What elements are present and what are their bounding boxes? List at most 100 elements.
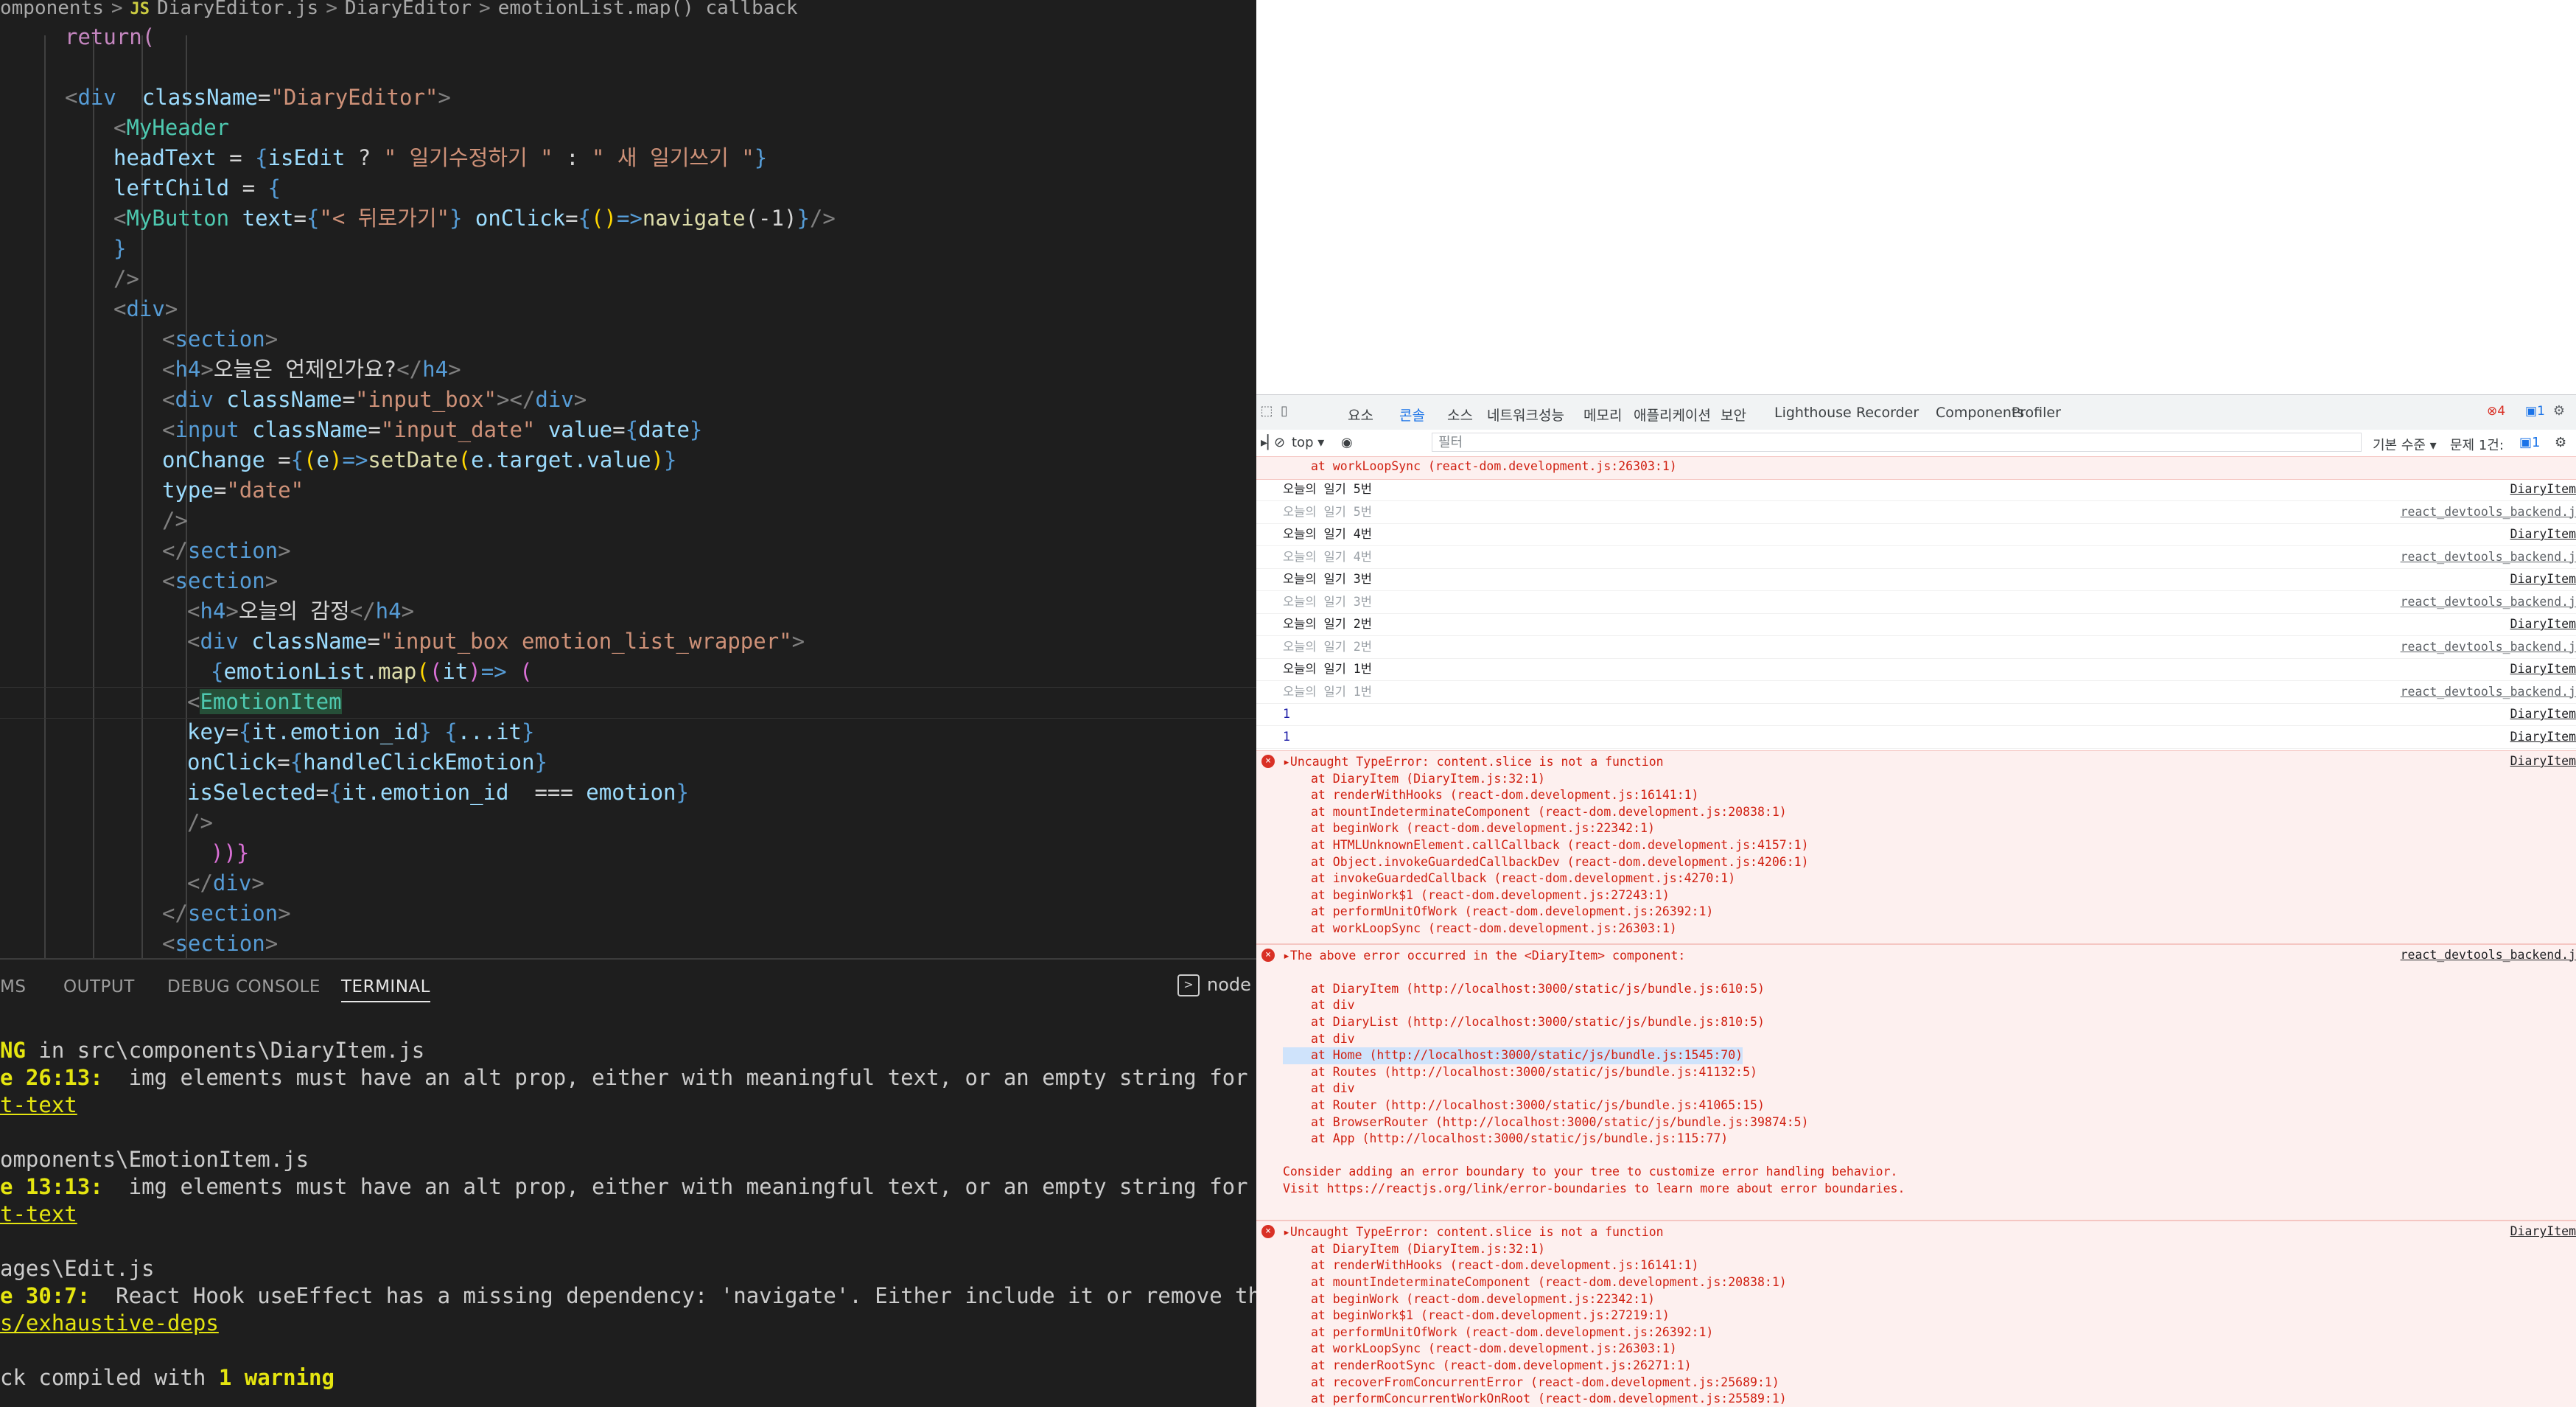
stack-frame[interactable]: at Object.invokeGuardedCallbackDev (reac… <box>1311 854 1809 871</box>
log-source-link[interactable]: react_devtools_backend.j <box>2401 591 2576 613</box>
log-source-link[interactable]: DiaryItem <box>2510 523 2576 545</box>
code-token: section <box>175 327 265 352</box>
stack-frame[interactable]: at invokeGuardedCallback (react-dom.deve… <box>1311 870 1735 887</box>
stack-frame[interactable]: at workLoopSync (react-dom.development.j… <box>1311 1341 1677 1358</box>
code-token: 오늘은 언제인가요? <box>213 357 397 382</box>
code-token: "input_box emotion_list_wrapper" <box>379 629 792 654</box>
log-source-link[interactable]: react_devtools_backend.j <box>2401 681 2576 703</box>
devtools-tab-7[interactable]: 애플리케이션 <box>1634 405 1711 425</box>
devtools-tab-1[interactable]: 요소 <box>1348 405 1373 425</box>
error-title[interactable]: ▸The above error occurred in the <DiaryI… <box>1283 948 1685 965</box>
stack-frame[interactable]: at renderWithHooks (react-dom.developmen… <box>1311 787 1699 804</box>
error-title[interactable]: ▸Uncaught TypeError: content.slice is no… <box>1283 1224 1664 1241</box>
stack-frame[interactable]: at renderRootSync (react-dom.development… <box>1311 1358 1692 1375</box>
error-count-badge[interactable]: ⊗4 <box>2487 404 2505 419</box>
issues-count-badge[interactable]: ▣1 <box>2519 435 2540 450</box>
code-line: {emotionList.map((it)=> ( <box>211 657 533 687</box>
log-source-link[interactable]: react_devtools_backend.j <box>2401 501 2576 523</box>
stack-frame[interactable]: at workLoopSync (react-dom.development.j… <box>1311 921 1677 938</box>
devtools-tab-9[interactable]: Lighthouse <box>1774 405 1852 421</box>
stack-frame[interactable]: at div <box>1311 1080 1355 1097</box>
code-line: <div className="DiaryEditor"> <box>65 83 451 113</box>
terminal-line: s/exhaustive-deps <box>0 1310 219 1337</box>
stack-frame[interactable]: at HTMLUnknownElement.callCallback (reac… <box>1311 837 1809 854</box>
log-source-link[interactable]: DiaryItem <box>2510 726 2576 748</box>
code-token: return( <box>65 24 155 49</box>
message-count-badge[interactable]: ▣1 <box>2525 404 2545 419</box>
stack-frame[interactable]: at performUnitOfWork (react-dom.developm… <box>1311 1324 1713 1341</box>
stack-frame[interactable]: at Home (http://localhost:3000/static/js… <box>1283 1047 1743 1064</box>
device-toolbar-icon[interactable]: ▯ <box>1277 404 1292 419</box>
code-line: <section> <box>162 929 278 958</box>
stack-frame[interactable]: at Router (http://localhost:3000/static/… <box>1311 1097 1765 1114</box>
error-source-link[interactable]: DiaryItem <box>2510 1224 2576 1238</box>
panel-tab-ms[interactable]: MS <box>0 977 26 996</box>
stack-frame[interactable]: at mountIndeterminateComponent (react-do… <box>1311 1274 1787 1291</box>
devtools-settings-gear-icon[interactable]: ⚙ <box>2552 404 2566 419</box>
stack-frame[interactable]: at mountIndeterminateComponent (react-do… <box>1311 804 1787 821</box>
terminal-selector[interactable]: > node <box>1177 974 1251 996</box>
stack-frame[interactable]: at div <box>1311 997 1355 1014</box>
log-source-link[interactable]: DiaryItem <box>2510 613 2576 635</box>
log-level-select[interactable]: 기본 수준 ▾ <box>2373 435 2437 454</box>
breadcrumb-item[interactable]: DiaryEditor <box>345 0 472 18</box>
panel-tab-debug-console[interactable]: DEBUG CONSOLE <box>167 977 321 996</box>
live-expression-eye-icon[interactable]: ◉ <box>1341 435 1353 450</box>
clear-console-icon[interactable]: ⊘ <box>1274 435 1285 450</box>
error-title[interactable]: ▸Uncaught TypeError: content.slice is no… <box>1283 754 1664 771</box>
panel-tab-terminal[interactable]: TERMINAL <box>341 977 430 1002</box>
breadcrumb-item[interactable]: DiaryEditor.js <box>157 0 318 18</box>
breadcrumb-item[interactable]: emotionList.map() callback <box>498 0 798 18</box>
stack-frame[interactable]: at renderWithHooks (react-dom.developmen… <box>1311 1257 1699 1274</box>
code-token: . <box>365 659 378 684</box>
console-settings-gear-icon[interactable]: ⚙ <box>2555 435 2566 450</box>
log-source-link[interactable]: DiaryItem <box>2510 703 2576 725</box>
code-token: } <box>449 206 463 231</box>
stack-frame[interactable]: at DiaryList (http://localhost:3000/stat… <box>1311 1014 1765 1031</box>
stack-frame[interactable]: at BrowserRouter (http://localhost:3000/… <box>1311 1114 1809 1131</box>
panel-tab-output[interactable]: OUTPUT <box>63 977 135 996</box>
devtools-tab-6[interactable]: 메모리 <box>1583 405 1622 425</box>
code-token: => <box>616 206 643 231</box>
devtools-tab-8[interactable]: 보안 <box>1721 405 1746 425</box>
error-icon: × <box>1261 755 1275 768</box>
error-source-link[interactable]: react_devtools_backend.j <box>2401 948 2576 962</box>
stack-frame[interactable]: at DiaryItem (http://localhost:3000/stat… <box>1311 981 1765 998</box>
log-source-link[interactable]: react_devtools_backend.j <box>2401 546 2576 568</box>
error-source-link[interactable]: DiaryItem <box>2510 754 2576 768</box>
log-source-link[interactable]: DiaryItem <box>2510 658 2576 680</box>
filter-input[interactable]: 필터 <box>1432 433 2362 452</box>
stack-frame[interactable]: at beginWork$1 (react-dom.development.js… <box>1311 1308 1670 1324</box>
inspect-element-icon[interactable]: ⬚ <box>1259 404 1274 419</box>
breadcrumb-item[interactable]: omponents <box>0 0 104 18</box>
stack-frame[interactable]: at DiaryItem (DiaryItem.js:32:1) <box>1311 1241 1545 1258</box>
devtools-tab-4[interactable]: 네트워크 <box>1487 405 1539 425</box>
context-select[interactable]: top ▾ <box>1292 435 1324 450</box>
stack-frame[interactable]: at performConcurrentWorkOnRoot (react-do… <box>1311 1391 1787 1407</box>
stack-frame[interactable]: at performUnitOfWork (react-dom.developm… <box>1311 904 1713 921</box>
stack-frame[interactable]: at beginWork (react-dom.development.js:2… <box>1311 820 1655 837</box>
stack-frame[interactable]: at beginWork (react-dom.development.js:2… <box>1311 1291 1655 1308</box>
devtools-tab-5[interactable]: 성능 <box>1539 405 1564 425</box>
code-token: leftChild <box>113 175 230 200</box>
stack-frame[interactable]: at App (http://localhost:3000/static/js/… <box>1311 1131 1728 1148</box>
stack-frame[interactable]: at Routes (http://localhost:3000/static/… <box>1311 1064 1757 1081</box>
devtools-tab-10[interactable]: Recorder <box>1856 405 1919 421</box>
devtools-tab-3[interactable]: 소스 <box>1447 405 1473 425</box>
code-line: <MyHeader <box>113 113 229 143</box>
code-token: e <box>316 447 330 472</box>
breadcrumb-item[interactable]: JS <box>130 0 150 18</box>
log-source-link[interactable]: react_devtools_backend.j <box>2401 636 2576 658</box>
code-line: </section> <box>162 898 291 929</box>
log-source-link[interactable]: DiaryItem <box>2510 478 2576 500</box>
log-source-link[interactable]: DiaryItem <box>2510 568 2576 590</box>
devtools-tab-12[interactable]: Profiler <box>2012 405 2061 421</box>
stack-frame[interactable]: at DiaryItem (DiaryItem.js:32:1) <box>1311 771 1545 788</box>
stack-frame[interactable]: at recoverFromConcurrentError (react-dom… <box>1311 1375 1779 1392</box>
terminal-name: node <box>1207 974 1251 995</box>
stack-frame[interactable]: at div <box>1311 1031 1355 1048</box>
stack-frame[interactable]: at beginWork$1 (react-dom.development.js… <box>1311 887 1670 904</box>
terminal-text: img elements must have an alt prop, eith… <box>102 1174 1256 1199</box>
code-editor[interactable]: return( <div className="DiaryEditor"> <MyH… <box>0 18 1256 958</box>
issues-label[interactable]: 문제 1건: <box>2450 435 2504 454</box>
